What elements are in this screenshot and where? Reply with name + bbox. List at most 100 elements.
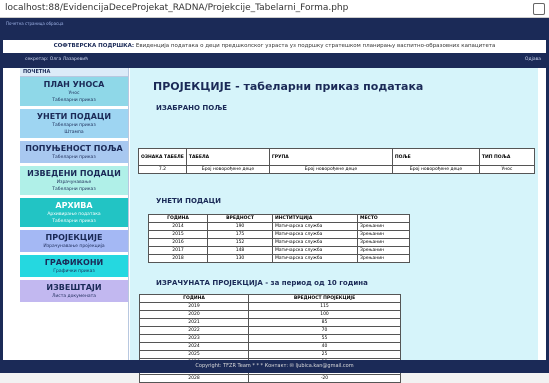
- table-cell: 2021: [139, 318, 249, 327]
- table-cell: 130: [207, 254, 273, 263]
- table-row[interactable]: 2019 115: [139, 302, 401, 311]
- table-cell: -20: [248, 374, 401, 383]
- menu-izvedeni-podaci[interactable]: ИЗВЕДЕНИ ПОДАЦИ Израчунавање Табеларни п…: [20, 166, 128, 195]
- table-cell: 2025: [139, 350, 249, 359]
- browser-address-bar[interactable]: localhost:88/EvidencijaDeceProjekat_RADN…: [0, 0, 549, 18]
- table-row[interactable]: 2014 190 Матичарска служба Зрењанин: [148, 222, 410, 231]
- table-row[interactable]: 2015 175 Матичарска служба Зрењанин: [148, 230, 410, 239]
- column-header: ВРЕДНОСТ ПРОЈЕКЦИЈЕ: [248, 294, 401, 303]
- table-cell: 40: [248, 342, 401, 351]
- table-row[interactable]: 2023 55: [139, 334, 401, 343]
- menu-title: ГРАФИКОНИ: [44, 258, 104, 267]
- table-row[interactable]: 2024 40: [139, 342, 401, 351]
- menu-item[interactable]: Табеларни приказ: [20, 186, 128, 193]
- table-row[interactable]: 2021 85: [139, 318, 401, 327]
- menu-item[interactable]: Листа докумената: [20, 293, 128, 300]
- menu-title: ПОПУЊЕНОСТ ПОЉА: [25, 144, 123, 153]
- menu-title: ИЗВЕШТАЈИ: [46, 283, 102, 292]
- table-cell: Број новорођене деце: [185, 165, 270, 174]
- table-cell: Зрењанин: [357, 222, 410, 231]
- menu-projekcije[interactable]: ПРОЈЕКЦИЈЕ Израчунавање пројекција: [20, 230, 128, 252]
- table-cell: 2022: [139, 326, 249, 335]
- table-cell: 2016: [148, 238, 208, 247]
- menu-item[interactable]: Табеларни приказ: [20, 97, 128, 104]
- page-title: ПРОЈЕКЦИЈЕ - табеларни приказ података: [153, 80, 424, 93]
- sidebar-home[interactable]: ПОЧЕТНА: [20, 68, 128, 77]
- table-cell: 2019: [139, 302, 249, 311]
- table-cell: 70: [248, 326, 401, 335]
- url-text[interactable]: localhost:88/EvidencijaDeceProjekat_RADN…: [5, 3, 348, 13]
- menu-item[interactable]: Израчунавање пројекција: [20, 243, 128, 250]
- menu-title: ИЗВЕДЕНИ ПОДАЦИ: [27, 169, 121, 178]
- page-footer: Copyright: TFZR Team * * * Контакт: ✉ lj…: [3, 360, 546, 373]
- table-cell: Матичарска служба: [272, 222, 358, 231]
- table-row[interactable]: 7.2 Број новорођене деце Број новорођене…: [138, 165, 536, 174]
- current-user: секретар: Олга Лазаревић: [25, 57, 89, 62]
- column-header: ИНСТИТУЦИЈА: [272, 214, 358, 223]
- table-cell: Унос: [478, 165, 536, 174]
- column-header: ГОДИНА: [139, 294, 249, 303]
- header-subtitle: Евиденција података о деци предшколског …: [134, 43, 496, 49]
- column-header: ТАБЕЛА: [185, 148, 270, 166]
- table-cell: 2018: [148, 254, 208, 263]
- table-row[interactable]: 2017 148 Матичарска служба Зрењанин: [148, 246, 410, 255]
- selected-field-heading: ИЗАБРАНО ПОЉЕ: [156, 104, 228, 112]
- table-cell: Матичарска служба: [272, 230, 358, 239]
- logout-link[interactable]: Одјава: [525, 57, 541, 62]
- main-content: ПРОЈЕКЦИЈЕ - табеларни приказ података И…: [130, 68, 538, 383]
- table-cell: 152: [207, 238, 273, 247]
- menu-arhiva[interactable]: АРХИВА Архивирање података Табеларни при…: [20, 198, 128, 227]
- table-cell: 175: [207, 230, 273, 239]
- table-cell: 85: [248, 318, 401, 327]
- table-header-row: ГОДИНА ВРЕДНОСТ ИНСТИТУЦИЈА МЕСТО: [148, 214, 410, 223]
- column-header: ГОДИНА: [148, 214, 208, 223]
- menu-uneti-podaci[interactable]: УНЕТИ ПОДАЦИ Табеларни приказ Штампа: [20, 109, 128, 138]
- table-cell: 2024: [139, 342, 249, 351]
- table-row[interactable]: 2025 25: [139, 350, 401, 359]
- column-header: ОЗНАКА ТАБЕЛЕ: [138, 148, 187, 166]
- app-header: СОФТВЕРСКА ПОДРШКА: Евиденција података …: [3, 40, 546, 53]
- table-header-row: ГОДИНА ВРЕДНОСТ ПРОЈЕКЦИЈЕ: [139, 294, 401, 303]
- table-header-row: ОЗНАКА ТАБЕЛЕ ТАБЕЛА ГРУПА ПОЉЕ ТИП ПОЉА: [138, 148, 536, 166]
- menu-item[interactable]: Табеларни приказ: [20, 122, 128, 129]
- table-row[interactable]: 2028 -20: [139, 374, 401, 383]
- table-cell: Зрењанин: [357, 238, 410, 247]
- page-icon[interactable]: [533, 3, 545, 15]
- menu-item[interactable]: Архивирање података: [20, 211, 128, 218]
- menu-item[interactable]: Табеларни приказ: [20, 154, 128, 161]
- menu-izvestaji[interactable]: ИЗВЕШТАЈИ Листа докумената: [20, 280, 128, 302]
- table-row[interactable]: 2020 100: [139, 310, 401, 319]
- projection-heading: ИЗРАЧУНАТА ПРОЈЕКЦИЈА - за период од 10 …: [156, 279, 368, 287]
- table-row[interactable]: 2018 130 Матичарска служба Зрењанин: [148, 254, 410, 263]
- table-row[interactable]: 2016 152 Матичарска служба Зрењанин: [148, 238, 410, 247]
- table-cell: Зрењанин: [357, 246, 410, 255]
- table-cell: Број новорођене деце: [391, 165, 480, 174]
- column-header: ГРУПА: [268, 148, 393, 166]
- top-band: Почетна страница обрасца: [0, 18, 549, 40]
- menu-plan-unosa[interactable]: ПЛАН УНОСА Унос Табеларни приказ: [20, 77, 128, 106]
- table-cell: 2020: [139, 310, 249, 319]
- menu-popunjenost-polja[interactable]: ПОПУЊЕНОСТ ПОЉА Табеларни приказ: [20, 141, 128, 163]
- table-cell: Зрењанин: [357, 230, 410, 239]
- menu-item[interactable]: Израчунавање: [20, 179, 128, 186]
- table-cell: Број новорођене деце: [268, 165, 393, 174]
- selected-field-table: ОЗНАКА ТАБЕЛЕ ТАБЕЛА ГРУПА ПОЉЕ ТИП ПОЉА…: [138, 148, 536, 174]
- table-cell: 2014: [148, 222, 208, 231]
- menu-item[interactable]: Табеларни приказ: [20, 218, 128, 225]
- menu-grafikoni[interactable]: ГРАФИКОНИ Графички приказ: [20, 255, 128, 277]
- table-cell: Матичарска служба: [272, 238, 358, 247]
- top-link[interactable]: Почетна страница обрасца: [6, 21, 63, 26]
- menu-item[interactable]: Унос: [20, 90, 128, 97]
- table-cell: 7.2: [138, 165, 187, 174]
- menu-item[interactable]: Штампа: [20, 129, 128, 136]
- table-row[interactable]: 2022 70: [139, 326, 401, 335]
- menu-title: УНЕТИ ПОДАЦИ: [36, 112, 112, 121]
- page-frame: СОФТВЕРСКА ПОДРШКА: Евиденција података …: [0, 40, 549, 383]
- table-cell: 25: [248, 350, 401, 359]
- menu-item[interactable]: Графички приказ: [20, 268, 128, 275]
- column-header: ВРЕДНОСТ: [207, 214, 273, 223]
- table-cell: 2017: [148, 246, 208, 255]
- menu-title: ПЛАН УНОСА: [43, 80, 105, 89]
- table-cell: Матичарска служба: [272, 254, 358, 263]
- table-cell: 100: [248, 310, 401, 319]
